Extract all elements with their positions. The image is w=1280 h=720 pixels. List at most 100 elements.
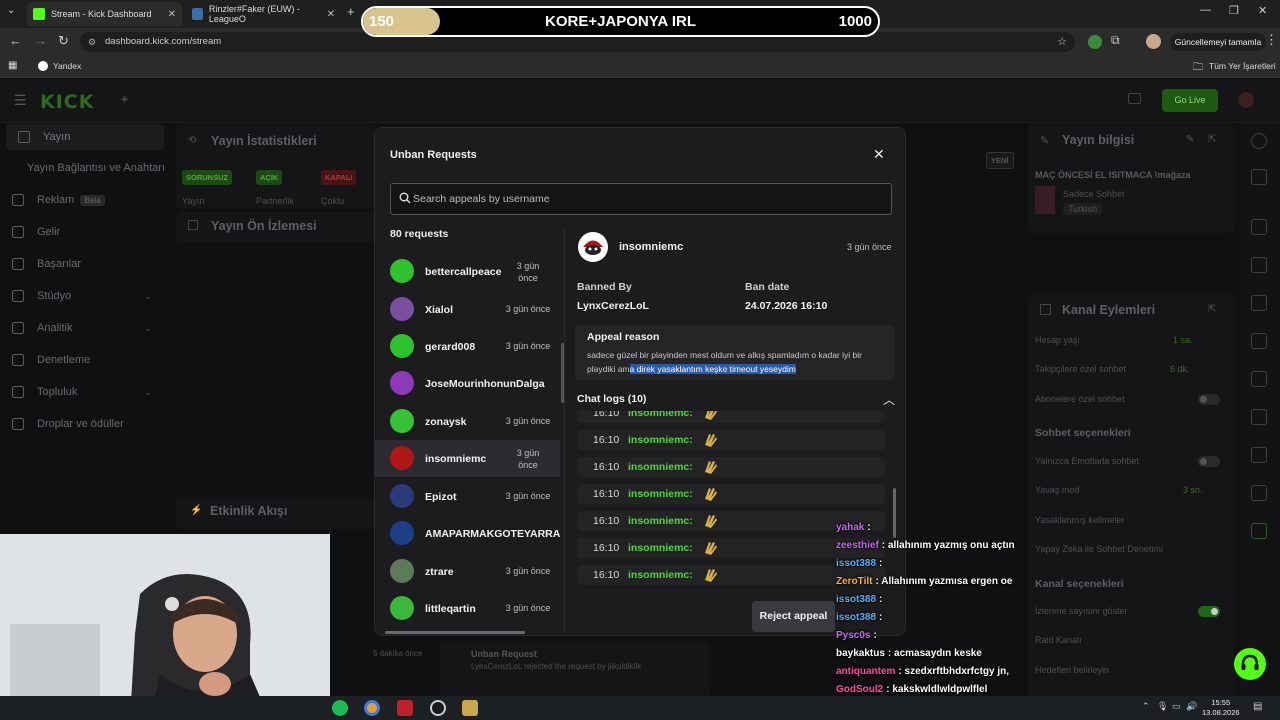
reject-appeal-button[interactable]: Reject appeal: [752, 601, 835, 632]
taskbar-clock[interactable]: 15:55 13.08.2026: [1202, 698, 1240, 718]
shield-icon[interactable]: [1251, 523, 1267, 539]
request-list-item[interactable]: gerard008 3 gün önce: [375, 328, 560, 365]
edit-icon[interactable]: [1251, 169, 1267, 185]
lightning-icon[interactable]: [1251, 257, 1267, 273]
setting-subscribers-only[interactable]: Abonelere özel sohbet: [1035, 394, 1125, 404]
league-icon[interactable]: [462, 700, 478, 716]
back-icon[interactable]: ←: [9, 33, 22, 48]
notification-icon[interactable]: ▤: [1253, 701, 1262, 712]
sidebar-item-droplar[interactable]: Droplar ve ödüller: [0, 411, 170, 437]
extension-icon[interactable]: [1088, 35, 1102, 49]
list-horizontal-scrollbar[interactable]: [385, 631, 525, 634]
chevron-up-icon[interactable]: ︿: [883, 391, 895, 408]
reload-icon[interactable]: ↻: [58, 33, 69, 49]
copy-icon[interactable]: [1251, 409, 1267, 425]
mic-icon[interactable]: 🎙: [1157, 701, 1168, 712]
site-info-icon[interactable]: ⚙: [88, 32, 96, 52]
broadcast-icon[interactable]: [1251, 371, 1267, 387]
sidebar-item-topluluk[interactable]: Topluluk ⌄: [0, 379, 170, 405]
target-icon[interactable]: [1251, 219, 1267, 235]
request-list-item[interactable]: JoseMourinhonunDalga: [375, 365, 560, 402]
request-list-item[interactable]: Epizot 3 gün önce: [375, 478, 560, 515]
request-list-item[interactable]: AMAPARMAKGOTEYARRA: [375, 515, 560, 552]
edit-icon[interactable]: ✎: [1186, 134, 1194, 145]
sidebar-item-analitik[interactable]: Analitik ⌄: [0, 315, 170, 341]
popout-icon[interactable]: ⇱: [1208, 134, 1216, 145]
setting-account-age[interactable]: Hesap yaşı: [1035, 335, 1080, 345]
chat-options-title: Sohbet seçenekleri: [1035, 427, 1131, 439]
hamburger-menu-icon[interactable]: ☰: [14, 92, 27, 109]
sidebar-item-denetleme[interactable]: Denetleme: [0, 347, 170, 373]
tab-search-icon[interactable]: ⌄: [7, 5, 15, 16]
popout-icon[interactable]: ⇱: [1208, 304, 1216, 315]
request-list-item[interactable]: ztrare 3 gün önce: [375, 553, 560, 590]
beta-badge: Beta: [80, 194, 105, 206]
all-bookmarks[interactable]: Tüm Yer İşaretleri: [1209, 61, 1276, 71]
request-list-item[interactable]: insomniemc 3 gün önce: [375, 440, 560, 477]
forward-icon[interactable]: →: [34, 33, 47, 48]
maximize-icon[interactable]: ❐: [1229, 4, 1239, 17]
chat-logs-title[interactable]: Chat logs (10): [577, 393, 646, 405]
update-button[interactable]: Güncellemeyi tamamla: [1170, 33, 1266, 51]
mod-view-icon[interactable]: [1128, 93, 1141, 104]
apps-grid-icon[interactable]: ▦: [8, 60, 17, 71]
document-icon[interactable]: [1251, 295, 1267, 311]
users-icon[interactable]: [1251, 485, 1267, 501]
pin-icon[interactable]: ✦: [119, 92, 130, 108]
volume-icon[interactable]: 🔊: [1186, 701, 1197, 712]
go-live-button[interactable]: Go Live: [1162, 89, 1218, 112]
setting-raid-channel[interactable]: Raid Kanalı: [1035, 635, 1082, 645]
tab-leagueofgraphs[interactable]: Rinzler#Faker (EUW) - LeagueO ✕: [186, 2, 341, 26]
network-icon[interactable]: ▭: [1172, 701, 1181, 712]
bookmark-star-icon[interactable]: ☆: [1057, 32, 1067, 52]
setting-goals[interactable]: Hedefleri belirleyin: [1035, 665, 1109, 675]
close-icon[interactable]: ✕: [873, 146, 885, 163]
chat-username: GodSoul2: [836, 684, 884, 695]
info-icon[interactable]: [1251, 133, 1267, 149]
minimize-icon[interactable]: —: [1200, 4, 1211, 16]
tab-kick-dashboard[interactable]: Stream - Kick Dashboard ✕: [27, 2, 182, 26]
setting-emote-only[interactable]: Yalnızca Emotlarla sohbet: [1035, 456, 1139, 466]
setting-slow-mode[interactable]: Yavaş mod: [1035, 485, 1079, 495]
app-red-icon[interactable]: [397, 700, 413, 716]
user-avatar[interactable]: [1238, 92, 1254, 108]
close-tab-icon[interactable]: ✕: [168, 9, 176, 20]
wrench-icon[interactable]: [1251, 447, 1267, 463]
request-list-item[interactable]: littleqartin 3 gün önce: [375, 590, 560, 627]
sidebar-item-reklam[interactable]: Reklam Beta: [0, 187, 170, 213]
sidebar-item-gelir[interactable]: Gelir: [0, 219, 170, 245]
sidebar-item-studyo[interactable]: Stüdyo ⌄: [0, 283, 170, 309]
setting-ai-moderation[interactable]: Yapay Zeka ile Sohbet Denetimi: [1035, 544, 1163, 554]
emote-only-toggle[interactable]: [1198, 456, 1220, 467]
spotify-icon[interactable]: [332, 700, 348, 716]
setting-banned-words[interactable]: Yasaklanmış kelimeler: [1035, 515, 1124, 525]
sidebar-item-yayin[interactable]: Yayın: [6, 124, 164, 150]
close-window-icon[interactable]: ✕: [1258, 4, 1267, 17]
setting-followers-only[interactable]: Takipçilere özel sohbet: [1035, 364, 1126, 374]
log-username: insomniemc:: [628, 542, 693, 554]
sidebar-item-stream-key[interactable]: Yayın Bağlantısı ve Anahtarı: [0, 155, 170, 181]
request-list-item[interactable]: Xialol 3 gün önce: [375, 291, 560, 328]
kick-logo[interactable]: KICK: [40, 91, 94, 113]
chrome-icon[interactable]: [364, 700, 380, 716]
browser-menu-icon[interactable]: ⋮: [1265, 32, 1278, 48]
profile-avatar[interactable]: [1146, 34, 1161, 49]
chat-text: : allahınım yazmış onu açtın: [881, 540, 1015, 551]
sidebar-item-basarilar[interactable]: Başarılar: [0, 251, 170, 277]
request-list-item[interactable]: zonaysk 3 gün önce: [375, 403, 560, 440]
search-field[interactable]: [390, 183, 892, 215]
show-viewers-toggle[interactable]: [1198, 606, 1220, 617]
bookmark-yandex[interactable]: Yandex: [53, 61, 81, 71]
appeal-reason-box: Appeal reason sadece güzel bir playinden…: [575, 325, 895, 380]
chat-icon[interactable]: [1251, 333, 1267, 349]
close-tab-icon[interactable]: ✕: [327, 9, 335, 20]
setting-show-viewers[interactable]: İzlenme sayısını göster: [1035, 606, 1128, 616]
tray-chevron-icon[interactable]: ⌃: [1142, 701, 1150, 712]
subscribers-only-toggle[interactable]: [1198, 394, 1220, 405]
support-chat-button[interactable]: [1234, 648, 1266, 680]
extensions-puzzle-icon[interactable]: ⧉: [1111, 33, 1120, 48]
request-list-item[interactable]: bettercallpeace 3 gün önce: [375, 254, 560, 290]
new-tab-icon[interactable]: +: [347, 4, 355, 19]
obs-icon[interactable]: [430, 700, 446, 716]
search-input[interactable]: [413, 184, 883, 214]
